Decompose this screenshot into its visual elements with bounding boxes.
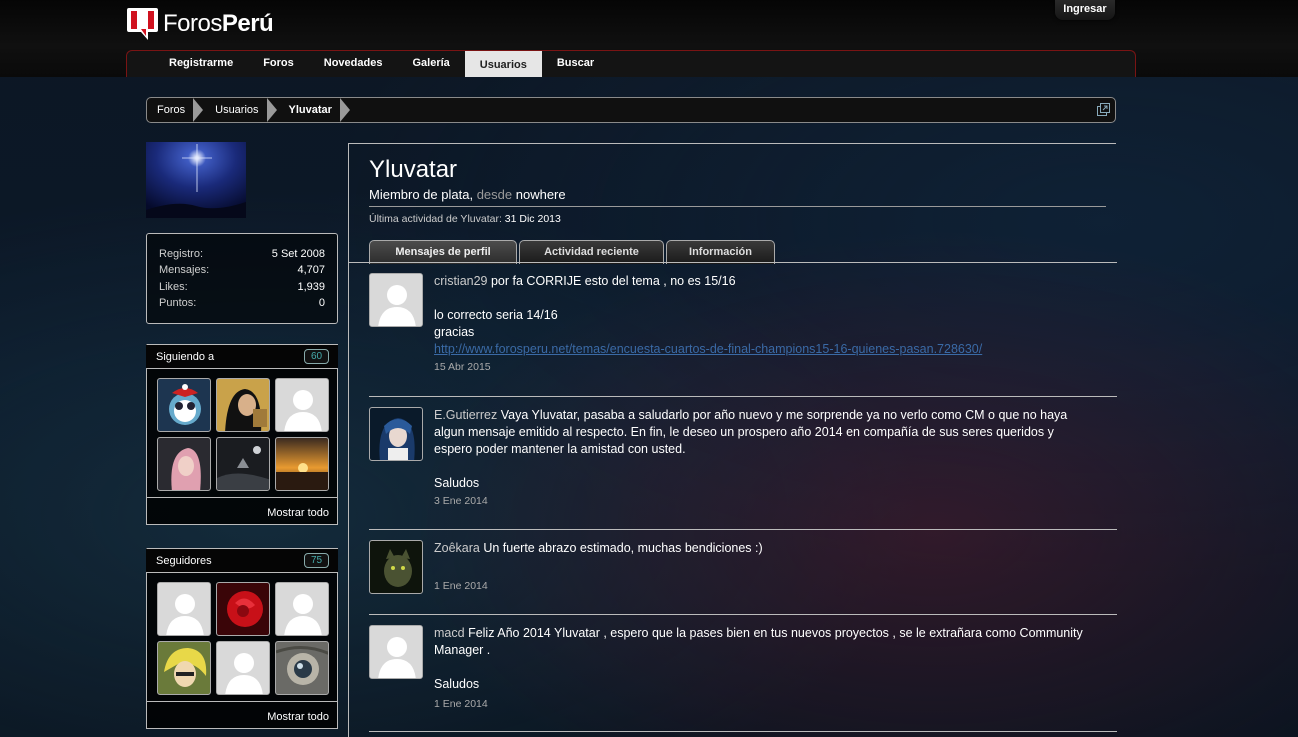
breadcrumb: Foros Usuarios Yluvatar (146, 97, 1116, 123)
site-logo[interactable]: ForosPerú (126, 7, 274, 41)
follower-avatar[interactable] (275, 641, 329, 695)
profile-username: Yluvatar (369, 156, 458, 183)
tab-information[interactable]: Información (666, 240, 775, 264)
profile-divider (369, 206, 1106, 207)
followers-list (146, 572, 338, 701)
follower-avatar-default[interactable] (157, 582, 211, 636)
followers-block: Seguidores 75 Mostrar todo (146, 548, 338, 729)
followers-count-badge: 75 (304, 553, 329, 568)
profile-stats: Registro: 5 Set 2008 Mensajes: 4,707 Likes… (146, 233, 338, 324)
following-list (146, 368, 338, 497)
post-link[interactable]: http://www.forosperu.net/temas/encuesta-… (434, 342, 982, 356)
breadcrumb-users[interactable]: Usuarios (205, 98, 266, 122)
stat-row: Mensajes: 4,707 (159, 264, 325, 277)
tab-profile-posts[interactable]: Mensajes de perfil (369, 240, 517, 264)
profile-main: Yluvatar Miembro de plata, desde nowhere… (348, 143, 1117, 737)
post-date[interactable]: 1 Ene 2014 (434, 698, 488, 710)
member-since-label: desde (476, 187, 513, 202)
last-activity: Última actividad de Yluvatar: 31 Dic 201… (369, 213, 561, 225)
jump-menu-icon[interactable] (1097, 103, 1110, 116)
followers-show-all-link[interactable]: Mostrar todo (147, 702, 337, 728)
post-avatar[interactable] (369, 407, 423, 461)
breadcrumb-current-user[interactable]: Yluvatar (279, 98, 340, 122)
post-author[interactable]: macd (434, 626, 465, 640)
nav-tab-search[interactable]: Buscar (542, 51, 609, 77)
stat-row: Registro: 5 Set 2008 (159, 248, 325, 260)
breadcrumb-forums[interactable]: Foros (147, 98, 193, 122)
post-avatar-default[interactable] (369, 273, 423, 327)
profile-member-title: Miembro de plata, desde nowhere (369, 187, 566, 202)
post-author[interactable]: E.Gutierrez (434, 408, 497, 422)
stat-row: Puntos: 0 (159, 296, 325, 309)
post-avatar-default[interactable] (369, 625, 423, 679)
profile-post: cristian29 por fa CORRIJE esto del tema … (369, 263, 1117, 397)
profile-post: E.Gutierrez Vaya Yluvatar, pasaba a salu… (369, 397, 1117, 530)
post-author[interactable]: Zoêkara (434, 541, 480, 555)
site-header: ForosPerú Ingresar Registrarme Foros Nov… (0, 0, 1298, 77)
profile-post: Zoêkara Un fuerte abrazo estimado, mucha… (369, 530, 1117, 615)
nav-tab-register[interactable]: Registrarme (154, 51, 248, 77)
login-button[interactable]: Ingresar (1055, 0, 1115, 20)
following-footer: Mostrar todo (146, 497, 338, 525)
post-date[interactable]: 3 Ene 2014 (434, 495, 488, 507)
following-avatar[interactable] (216, 437, 270, 491)
follower-avatar-default[interactable] (216, 641, 270, 695)
breadcrumb-separator-icon (193, 98, 204, 122)
following-count-badge: 60 (304, 349, 329, 364)
profile-tabs: Mensajes de perfil Actividad reciente In… (369, 240, 777, 264)
member-since-value: nowhere (515, 187, 566, 202)
followers-footer: Mostrar todo (146, 701, 338, 729)
nav-tab-forums[interactable]: Foros (248, 51, 309, 77)
speech-bubble-logo-icon (126, 7, 159, 41)
followers-header: Seguidores 75 (146, 548, 338, 572)
nav-tab-users[interactable]: Usuarios (464, 51, 542, 77)
last-activity-label: Última actividad de Yluvatar: (369, 213, 502, 225)
following-avatar-default[interactable] (275, 378, 329, 432)
breadcrumb-separator-icon (339, 98, 350, 122)
post-body: macd Feliz Año 2014 Yluvatar , espero qu… (434, 626, 1083, 691)
following-avatar[interactable] (157, 437, 211, 491)
following-avatar[interactable] (157, 378, 211, 432)
follower-avatar[interactable] (216, 582, 270, 636)
post-date[interactable]: 15 Abr 2015 (434, 361, 491, 373)
breadcrumb-separator-icon (266, 98, 277, 122)
nav-tab-news[interactable]: Novedades (309, 51, 398, 77)
follower-avatar[interactable] (157, 641, 211, 695)
stat-row: Likes: 1,939 (159, 280, 325, 293)
following-show-all-link[interactable]: Mostrar todo (147, 498, 337, 524)
main-nav: Registrarme Foros Novedades Galería Usua… (126, 50, 1136, 77)
profile-post: macd Feliz Año 2014 Yluvatar , espero qu… (369, 615, 1117, 732)
post-date[interactable]: 1 Ene 2014 (434, 580, 488, 592)
nav-tab-gallery[interactable]: Galería (397, 51, 464, 77)
tab-recent-activity[interactable]: Actividad reciente (519, 240, 664, 264)
following-block: Siguiendo a 60 Mostrar todo (146, 344, 338, 525)
member-rank: Miembro de plata, (369, 187, 474, 202)
post-body: E.Gutierrez Vaya Yluvatar, pasaba a salu… (434, 408, 1068, 490)
post-author[interactable]: cristian29 (434, 274, 488, 288)
post-body: cristian29 por fa CORRIJE esto del tema … (434, 274, 983, 356)
profile-avatar[interactable] (146, 142, 246, 218)
following-avatar[interactable] (216, 378, 270, 432)
logo-text: ForosPerú (163, 10, 274, 37)
followers-title: Seguidores (156, 554, 212, 567)
following-avatar[interactable] (275, 437, 329, 491)
follower-avatar-default[interactable] (275, 582, 329, 636)
following-title: Siguiendo a (156, 350, 215, 363)
last-activity-date: 31 Dic 2013 (504, 213, 561, 225)
post-body: Zoêkara Un fuerte abrazo estimado, mucha… (434, 541, 763, 555)
following-header: Siguiendo a 60 (146, 344, 338, 368)
post-avatar[interactable] (369, 540, 423, 594)
